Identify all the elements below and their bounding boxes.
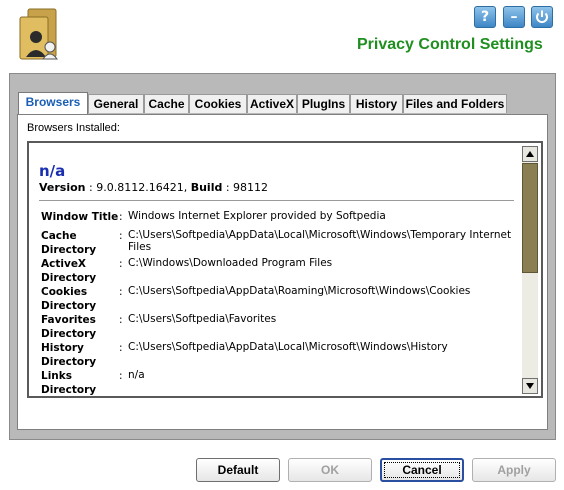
property-colon: : — [119, 211, 123, 223]
property-value: C:\Users\Softpedia\AppData\Local\Microso… — [128, 229, 512, 253]
tab-cache[interactable]: Cache — [144, 94, 189, 113]
arrow-up-icon — [526, 151, 534, 157]
scroll-up-button[interactable] — [522, 146, 538, 162]
app-title: Privacy Control Settings — [357, 36, 543, 53]
minimize-button[interactable]: – — [503, 6, 525, 28]
power-icon — [536, 10, 548, 23]
help-icon: ? — [480, 9, 490, 25]
ok-button[interactable]: OK — [288, 458, 372, 482]
tab-files-and-folders[interactable]: Files and Folders — [403, 94, 507, 113]
apply-button[interactable]: Apply — [472, 458, 556, 482]
property-value: C:\Users\Softpedia\AppData\Local\Microso… — [128, 341, 448, 353]
privacy-control-window: ? – Privacy Control Settings Browsers Ge… — [0, 0, 564, 490]
property-key: Cache Directory — [41, 230, 97, 256]
header: ? – Privacy Control Settings — [0, 0, 564, 70]
property-colon: : — [119, 314, 123, 326]
property-colon: : — [119, 370, 123, 382]
property-colon: : — [119, 230, 123, 242]
property-key: History Directory — [41, 342, 97, 368]
property-colon: : — [119, 286, 123, 298]
tab-browsers[interactable]: Browsers — [18, 92, 88, 114]
default-button[interactable]: Default — [196, 458, 280, 482]
property-key: Links Directory — [41, 370, 97, 396]
help-button[interactable]: ? — [474, 6, 496, 28]
property-key: Window Title — [41, 211, 119, 223]
tab-history[interactable]: History — [350, 94, 403, 113]
tab-activex[interactable]: ActiveX — [247, 94, 297, 113]
scroll-thumb[interactable] — [522, 163, 538, 273]
property-value: n/a — [128, 369, 145, 381]
build-value: 98112 — [233, 181, 269, 194]
tab-cookies[interactable]: Cookies — [189, 94, 247, 113]
browsers-installed-label: Browsers Installed: — [27, 122, 120, 134]
separator — [39, 200, 514, 201]
property-colon: : — [119, 258, 123, 270]
arrow-down-icon — [526, 383, 534, 389]
property-value: C:\Users\Softpedia\Favorites — [128, 313, 277, 325]
version-key: Version — [39, 181, 86, 194]
version-line: Version : 9.0.8112.16421, Build : 98112 — [39, 181, 269, 194]
property-key: Cookies Directory — [41, 286, 97, 312]
property-value: C:\Users\Softpedia\AppData\Roaming\Micro… — [128, 285, 471, 297]
browser-details-list[interactable]: n/a Version : 9.0.8112.16421, Build : 98… — [27, 141, 543, 398]
close-button[interactable] — [531, 6, 553, 28]
minimize-icon: – — [510, 9, 518, 25]
property-value: Windows Internet Explorer provided by So… — [128, 210, 386, 222]
property-colon: : — [119, 342, 123, 354]
scroll-down-button[interactable] — [522, 378, 538, 394]
browser-name: n/a — [39, 162, 66, 180]
build-key: Build — [190, 181, 223, 194]
tab-general[interactable]: General — [88, 94, 144, 113]
folder-user-icon — [19, 8, 58, 60]
cancel-button[interactable]: Cancel — [380, 458, 464, 482]
vertical-scrollbar[interactable] — [522, 146, 538, 394]
property-key: Favorites Directory — [41, 314, 97, 340]
version-value: 9.0.8112.16421 — [96, 181, 184, 194]
property-key: ActiveX Directory — [41, 258, 97, 284]
tab-plugins[interactable]: PlugIns — [297, 94, 350, 113]
property-value: C:\Windows\Downloaded Program Files — [128, 257, 333, 269]
